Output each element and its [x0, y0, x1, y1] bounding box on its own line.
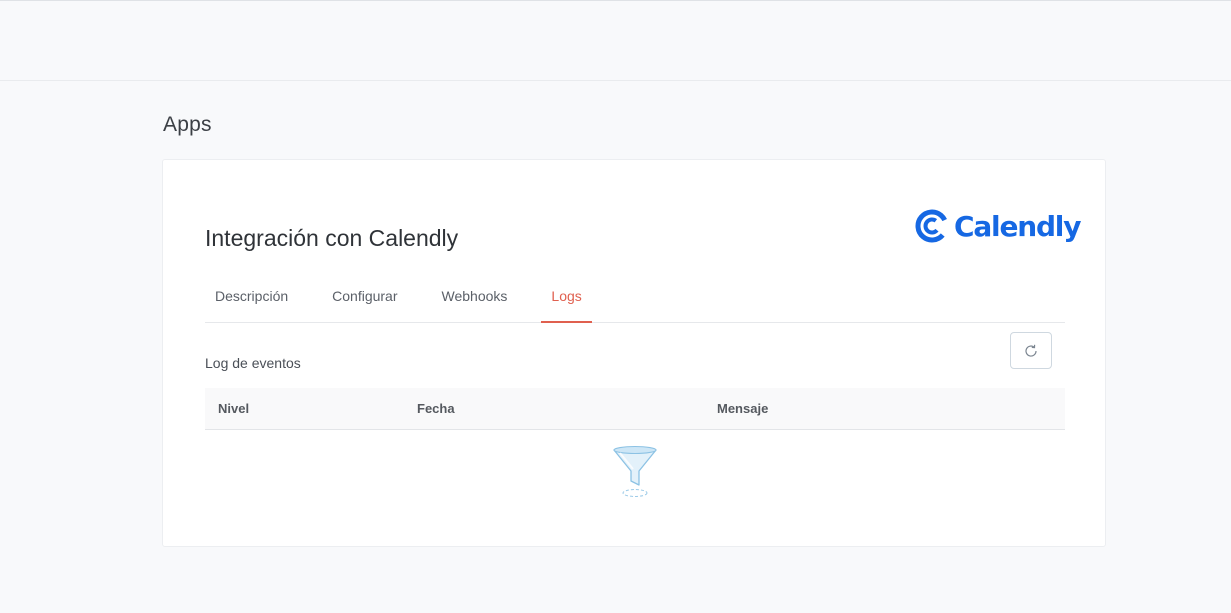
tab-logs[interactable]: Logs: [541, 272, 593, 323]
column-header-mensaje[interactable]: Mensaje: [717, 401, 768, 416]
tab-bar: Descripción Configurar Webhooks Logs: [205, 272, 1065, 323]
calendly-logo-icon: [915, 209, 949, 243]
tab-descripcion[interactable]: Descripción: [205, 272, 298, 322]
column-header-nivel[interactable]: Nivel: [218, 401, 249, 416]
refresh-icon: [1025, 344, 1037, 357]
tab-webhooks[interactable]: Webhooks: [432, 272, 518, 322]
tab-configurar[interactable]: Configurar: [322, 272, 407, 322]
calendly-logo: Calendly: [915, 207, 1081, 245]
integration-card: Integración con Calendly Calendly Descri…: [162, 159, 1106, 547]
refresh-button[interactable]: [1010, 332, 1052, 369]
page-title: Apps: [163, 113, 212, 136]
calendly-logo-text: Calendly: [954, 209, 1081, 243]
log-table-header: Nivel Fecha Mensaje: [205, 388, 1065, 430]
empty-funnel-icon: [613, 445, 657, 497]
top-header-bar: [0, 0, 1231, 81]
column-header-fecha[interactable]: Fecha: [417, 401, 455, 416]
card-title: Integración con Calendly: [205, 225, 459, 251]
log-section-label: Log de eventos: [205, 355, 301, 371]
